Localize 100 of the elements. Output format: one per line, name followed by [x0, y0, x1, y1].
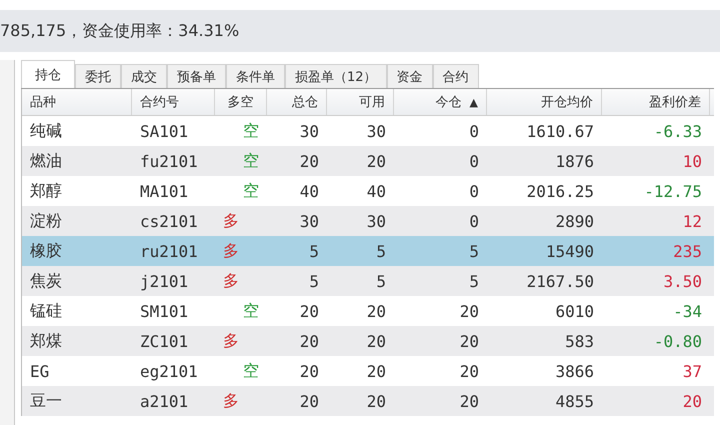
table-cell: 多: [223, 210, 239, 232]
table-cell: 15490: [546, 242, 594, 260]
table-cell: SA101: [140, 122, 188, 140]
table-cell: 空: [243, 180, 259, 202]
table-cell: 6010: [555, 302, 594, 320]
table-cell: 2890: [555, 212, 594, 230]
table-cell: SM101: [140, 302, 188, 320]
tab[interactable]: 持仓: [21, 60, 75, 88]
table-cell: 郑醇: [30, 180, 62, 202]
table-cell: 40: [366, 182, 386, 200]
table-cell: -12.75: [644, 182, 702, 200]
table-cell: 40: [300, 182, 319, 200]
table-cell: 10: [682, 152, 702, 170]
table-cell: 583: [565, 332, 594, 350]
table-cell: MA101: [140, 182, 188, 200]
table-cell: 2016.25: [526, 182, 594, 200]
table-row[interactable]: 淀粉 cs2101 多 30 30 0 2890 12: [22, 206, 714, 236]
tab[interactable]: 委托: [75, 64, 121, 88]
table-cell: 5: [376, 242, 386, 260]
table-cell: 多: [223, 330, 239, 352]
table-row[interactable]: 燃油 fu2101 空 20 20 0 1876 10: [22, 146, 714, 176]
table-cell: 20: [300, 362, 319, 380]
table-cell: 30: [366, 212, 386, 230]
column-header[interactable]: 开仓均价: [487, 89, 602, 115]
table-cell: 20: [300, 302, 319, 320]
table-cell: 5: [469, 242, 479, 260]
column-header[interactable]: 多空: [215, 89, 267, 115]
column-header[interactable]: 可用: [327, 89, 394, 115]
table-cell: 空: [243, 300, 259, 322]
table-cell: fu2101: [140, 152, 198, 170]
table-cell: cs2101: [140, 212, 198, 230]
table-row[interactable]: 焦炭 j2101 多 5 5 5 2167.50 3.50: [22, 266, 714, 296]
table-cell: 郑煤: [30, 330, 62, 352]
table-cell: 20: [300, 332, 319, 350]
table-cell: 20: [366, 362, 386, 380]
column-label: 开仓均价: [541, 94, 593, 111]
tab[interactable]: 资金: [386, 64, 433, 88]
table-cell: 0: [469, 212, 479, 230]
column-label: 可用: [359, 94, 385, 111]
table-cell: 锰硅: [30, 300, 62, 322]
table-cell: a2101: [140, 392, 188, 410]
column-header[interactable]: 今仓 ▲: [394, 89, 487, 115]
table-cell: 2167.50: [526, 272, 594, 290]
table-cell: 焦炭: [30, 270, 62, 292]
table-cell: 5: [469, 272, 479, 290]
table-cell: 20: [460, 362, 479, 380]
table-cell: 20: [366, 332, 386, 350]
table-cell: 橡胶: [30, 240, 62, 262]
table-cell: 1876: [555, 152, 594, 170]
table-cell: 3.50: [663, 272, 702, 290]
sort-indicator: ▲: [470, 96, 478, 108]
table-cell: 20: [682, 392, 702, 410]
column-label: 盈利价差: [649, 94, 701, 111]
table-cell: 0: [469, 182, 479, 200]
table-cell: 0: [469, 122, 479, 140]
table-cell: 20: [460, 332, 479, 350]
table-cell: 5: [376, 272, 386, 290]
tab[interactable]: 成交: [121, 64, 167, 88]
table-cell: 1610.67: [526, 122, 594, 140]
fund-usage-text: 785,175，资金使用率：34.31%: [0, 20, 240, 42]
table-cell: 空: [243, 120, 259, 142]
column-label: 品种: [30, 94, 56, 111]
table-cell: j2101: [140, 272, 188, 290]
tab[interactable]: 合约: [432, 64, 479, 88]
tab[interactable]: 预备单: [167, 64, 226, 88]
tab[interactable]: 损盈单（12）: [285, 64, 387, 88]
table-cell: 5: [309, 272, 319, 290]
table-row[interactable]: 橡胶 ru2101 多 5 5 5 15490 235: [22, 236, 714, 266]
table-cell: 12: [682, 212, 702, 230]
table-cell: eg2101: [140, 362, 198, 380]
table-cell: 20: [366, 392, 386, 410]
column-label: 今仓: [436, 94, 462, 111]
column-label: 合约号: [140, 94, 179, 111]
table-cell: ZC101: [140, 332, 188, 350]
table-cell: 30: [366, 122, 386, 140]
table-cell: 4855: [555, 392, 594, 410]
table-cell: 5: [309, 242, 319, 260]
table-row[interactable]: 郑煤 ZC101 多 20 20 20 583 -0.80: [22, 326, 714, 356]
column-header[interactable]: 盈利价差: [602, 89, 710, 115]
table-cell: 20: [460, 302, 479, 320]
column-header[interactable]: 品种: [22, 89, 132, 115]
table-cell: 0: [469, 152, 479, 170]
table-cell: 235: [673, 242, 702, 260]
table-cell: 20: [300, 392, 319, 410]
table-cell: 空: [243, 360, 259, 382]
table-cell: 淀粉: [30, 210, 62, 232]
table-cell: 20: [366, 152, 386, 170]
tab[interactable]: 条件单: [226, 64, 285, 88]
table-cell: 20: [460, 392, 479, 410]
table-cell: 多: [223, 240, 239, 262]
table-row[interactable]: 豆一 a2101 多 20 20 20 4855 20: [22, 386, 714, 416]
table-cell: 30: [300, 122, 319, 140]
column-header[interactable]: 总仓: [267, 89, 327, 115]
table-cell: 豆一: [30, 390, 62, 412]
column-header[interactable]: 合约号: [132, 89, 215, 115]
column-label: 多空: [228, 94, 254, 111]
table-cell: 3866: [555, 362, 594, 380]
table-cell: 多: [223, 270, 239, 292]
column-label: 总仓: [292, 94, 318, 111]
table-cell: 30: [300, 212, 319, 230]
